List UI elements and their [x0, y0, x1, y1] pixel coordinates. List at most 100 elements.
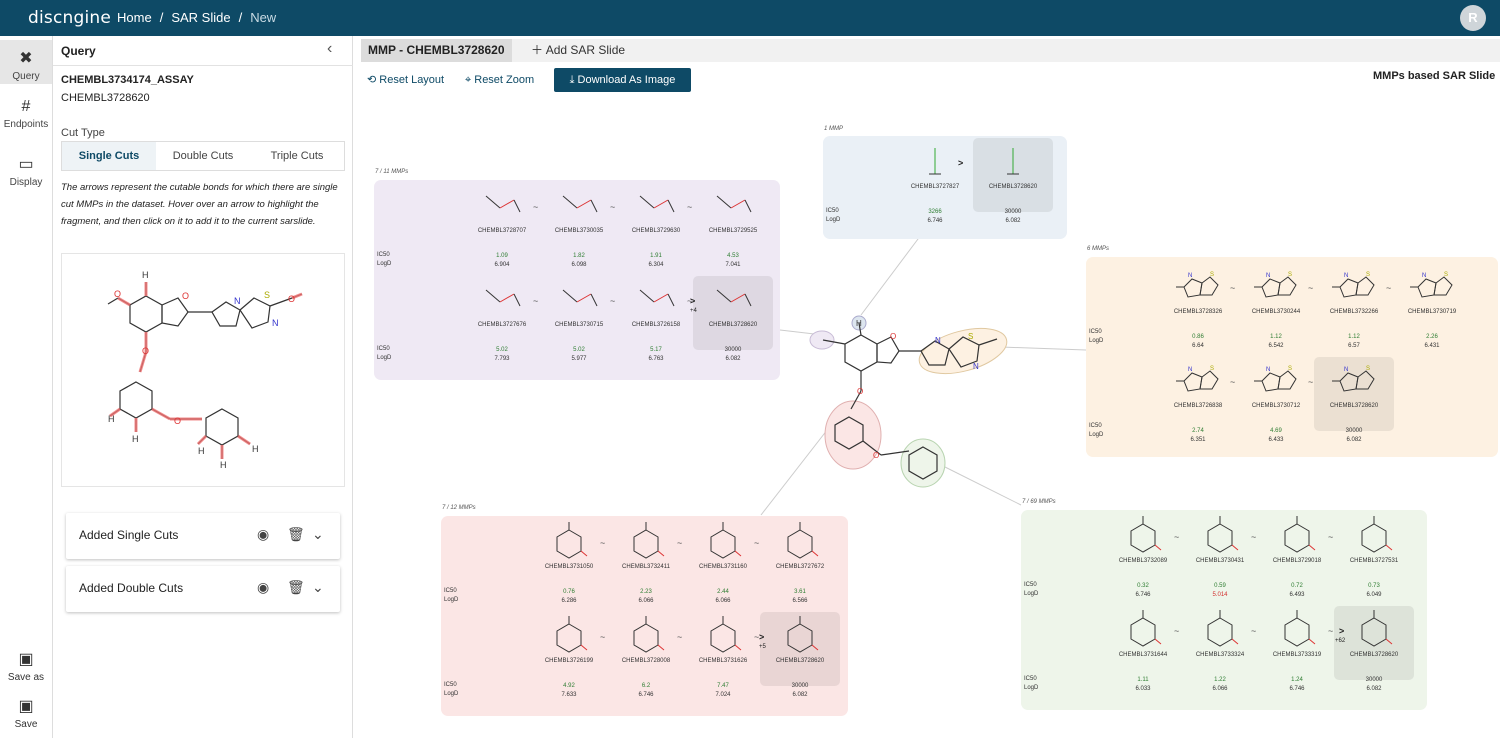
chevron-left-icon[interactable]: ‹ [327, 40, 332, 58]
save-label: Save [14, 719, 38, 730]
mmp-group-3[interactable]: IC50 LogD IC50 LogD S N CHEMBL3728326 0.86 6.6… [1086, 257, 1498, 457]
mmp-compound-card[interactable]: CHEMBL3728620 30000 6.082 [693, 276, 773, 362]
mmp-compound-card[interactable]: CHEMBL3726199 4.92 7.633 [529, 612, 609, 698]
mmp-compound-card[interactable]: CHEMBL3728008 6.2 6.746 [606, 612, 686, 698]
row-labels: IC50 LogD [444, 588, 459, 603]
rail-item-label: Display [9, 177, 43, 188]
mmp-compound-card[interactable]: CHEMBL3728620 30000 6.082 [973, 138, 1053, 224]
logd-value: 6.082 [1346, 437, 1362, 443]
mmp-compound-card[interactable]: CHEMBL3728707 1.09 6.904 [462, 182, 542, 268]
more-count[interactable]: +5 [759, 644, 766, 650]
eye-icon[interactable]: ◉ [257, 579, 269, 596]
more-count[interactable]: +4 [690, 308, 697, 314]
tab-single-cuts[interactable]: Single Cuts [62, 142, 156, 170]
mmp-group-2[interactable]: IC50 LogD CHEMBL3727827 3266 6.746 CHEMBL372… [823, 136, 1067, 239]
download-image-button[interactable]: ⤓ Download As Image [554, 68, 691, 92]
eye-icon[interactable]: ◉ [257, 526, 269, 543]
chevron-down-icon[interactable]: ⌄ [312, 526, 324, 543]
mmp-compound-card[interactable]: CHEMBL3728620 30000 6.082 [1334, 606, 1414, 692]
mmp-compound-card[interactable]: CHEMBL3729630 1.91 6.304 [616, 182, 696, 268]
compound-id: CHEMBL3732266 [1329, 309, 1379, 315]
mmp-compound-card[interactable]: CHEMBL3727531 0.73 6.049 [1334, 512, 1414, 598]
user-avatar[interactable]: R [1460, 5, 1486, 31]
mmp-compound-card[interactable]: CHEMBL3733319 1.24 6.746 [1257, 606, 1337, 692]
mmp-compound-card[interactable]: S N CHEMBL3726838 2.74 6.351 [1158, 357, 1238, 443]
greater-than: > [759, 632, 765, 642]
logd-value: 7.024 [715, 692, 731, 698]
save-as-button[interactable]: ▣ Save as [0, 649, 52, 683]
mmp-compound-card[interactable]: CHEMBL3731160 2.44 6.066 [683, 518, 763, 604]
mmp-compound-card[interactable]: CHEMBL3726158 5.17 6.763 [616, 276, 696, 362]
mmp-compound-card[interactable]: CHEMBL3731626 7.47 7.024 [683, 612, 763, 698]
tab-mmp-slide[interactable]: MMP - CHEMBL3728620 [361, 39, 512, 62]
rail-item-endpoints[interactable]: # Endpoints [0, 98, 52, 138]
svg-text:S: S [1444, 272, 1448, 278]
mmp-compound-card[interactable]: CHEMBL3731644 1.11 6.033 [1103, 606, 1183, 692]
breadcrumb-sar-slide[interactable]: SAR Slide [171, 10, 230, 25]
add-sar-slide-button[interactable]: ＋ Add SAR Slide [531, 39, 625, 62]
mmp-compound-card[interactable]: CHEMBL3729018 0.72 6.493 [1257, 512, 1337, 598]
mmp-compound-card[interactable]: CHEMBL3730035 1.82 6.098 [539, 182, 619, 268]
rail-item-display[interactable]: ▭ Display [0, 154, 52, 194]
mmp-compound-card[interactable]: CHEMBL3727827 3266 6.746 [895, 138, 975, 224]
mmp-compound-card[interactable]: S N CHEMBL3730719 2.26 6.431 [1392, 263, 1472, 349]
compound-id: CHEMBL3732089 [1118, 558, 1168, 564]
tab-triple-cuts[interactable]: Triple Cuts [250, 142, 344, 170]
svg-text:H: H [108, 414, 115, 424]
mmp-compound-card[interactable]: S N CHEMBL3730712 4.69 6.433 [1236, 357, 1316, 443]
tab-double-cuts[interactable]: Double Cuts [156, 142, 250, 170]
accordion-added-single-cuts[interactable]: Added Single Cuts ◉ 🗑 ⌄ [66, 513, 340, 559]
breadcrumb-home[interactable]: Home [117, 10, 152, 25]
rail-item-query[interactable]: ✖ Query [0, 40, 52, 84]
fragment-structure [485, 289, 521, 307]
compound-id: CHEMBL3728326 [1173, 309, 1223, 315]
mmp-compound-card[interactable]: CHEMBL3732411 2.23 6.066 [606, 518, 686, 604]
ic50-value: 1.11 [1137, 677, 1149, 683]
svg-text:S: S [1288, 272, 1292, 278]
mmp-compound-card[interactable]: CHEMBL3733324 1.22 6.066 [1180, 606, 1260, 692]
compound-id: CHEMBL3729018 [1272, 558, 1322, 564]
mmp-group-1[interactable]: IC50 LogD IC50 LogD CHEMBL3728707 1.09 6.904… [374, 180, 780, 380]
compound-id: CHEMBL3728008 [621, 658, 671, 664]
mmp-compound-card[interactable]: CHEMBL3732089 0.32 6.746 [1103, 512, 1183, 598]
mmp-compound-card[interactable]: CHEMBL3730715 5.02 5.977 [539, 276, 619, 362]
compound-id: CHEMBL3726838 [1173, 403, 1223, 409]
svg-text:N: N [935, 336, 941, 345]
mmp-compound-card[interactable]: CHEMBL3728620 30000 6.082 [760, 612, 840, 698]
chevron-down-icon[interactable]: ⌄ [312, 579, 324, 596]
fragment-structure [787, 616, 819, 653]
sar-canvas[interactable]: H O N S N O O 7 / 11 MMPs IC50 LogD IC50 L… [361, 95, 1500, 738]
reset-layout-label: Reset Layout [379, 74, 445, 86]
svg-text:O: O [182, 291, 189, 301]
ic50-value: 2.44 [717, 589, 729, 595]
save-button[interactable]: ▣ Save [0, 696, 52, 730]
app-logo[interactable]: discngine [28, 8, 111, 28]
greater-than: > [958, 158, 964, 168]
mmp-compound-card[interactable]: S N CHEMBL3732266 1.12 6.57 [1314, 263, 1394, 349]
mmp-group-4[interactable]: IC50 LogD IC50 LogD CHEMBL3731050 0.76 6.286… [441, 516, 848, 716]
logd-value: 7.793 [494, 356, 510, 362]
query-molecule[interactable]: H O N S N O O O H H H H H O [61, 253, 345, 487]
mmp-compound-card[interactable]: S N CHEMBL3728326 0.86 6.64 [1158, 263, 1238, 349]
reset-zoom-button[interactable]: ⌖ Reset Zoom [465, 68, 534, 92]
ic50-value: 0.72 [1291, 583, 1303, 589]
mmp-compound-card[interactable]: CHEMBL3729525 4.53 7.041 [693, 182, 773, 268]
trash-icon[interactable]: 🗑 [287, 526, 305, 543]
mmp-compound-card[interactable]: CHEMBL3727676 5.02 7.793 [462, 276, 542, 362]
mmp-compound-card[interactable]: CHEMBL3727672 3.61 6.566 [760, 518, 840, 604]
ic50-value: 1.22 [1214, 677, 1226, 683]
svg-text:O: O [114, 289, 121, 299]
mmp-compound-card[interactable]: S N CHEMBL3728620 30000 6.082 [1314, 357, 1394, 443]
mmp-compound-card[interactable]: CHEMBL3730431 0.59 5.014 [1180, 512, 1260, 598]
accordion-added-double-cuts[interactable]: Added Double Cuts ◉ 🗑 ⌄ [66, 566, 340, 612]
reset-layout-button[interactable]: ⟲ Reset Layout [367, 68, 444, 92]
separator: ~ [1174, 532, 1180, 542]
logd-value: 6.033 [1135, 686, 1151, 692]
trash-icon[interactable]: 🗑 [287, 579, 305, 596]
mmp-compound-card[interactable]: CHEMBL3731050 0.76 6.286 [529, 518, 609, 604]
mmp-compound-card[interactable]: S N CHEMBL3730244 1.12 6.542 [1236, 263, 1316, 349]
mmp-group-5[interactable]: IC50 LogD IC50 LogD CHEMBL3732089 0.32 6.746… [1021, 510, 1427, 710]
more-count[interactable]: +62 [1335, 638, 1345, 644]
compound-id: CHEMBL3732411 [622, 564, 670, 570]
add-sar-slide-label: Add SAR Slide [545, 43, 626, 57]
